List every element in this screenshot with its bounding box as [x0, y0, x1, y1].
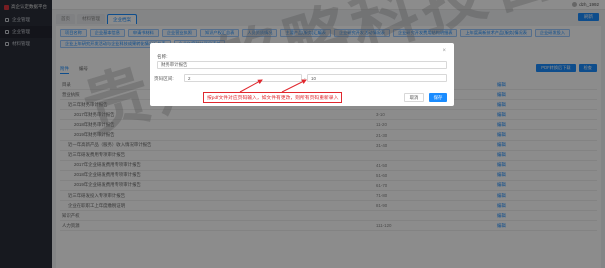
annotation-note: 按pdf文件对应页码输入，如文件有更改，则所有页码重新录入	[203, 92, 343, 103]
cancel-button[interactable]: 取消	[404, 93, 424, 102]
close-icon[interactable]: ×	[442, 48, 446, 54]
name-label: 名称:	[157, 54, 168, 59]
page-range-label: 页码区间:	[154, 76, 174, 81]
save-button[interactable]: 保存	[429, 93, 447, 102]
page-from-input[interactable]: 2	[184, 74, 302, 82]
name-input[interactable]: 财务审计报告	[157, 61, 447, 69]
range-separator: -	[304, 76, 306, 81]
modal-overlay	[0, 0, 605, 268]
page-to-input[interactable]: 10	[307, 74, 447, 82]
